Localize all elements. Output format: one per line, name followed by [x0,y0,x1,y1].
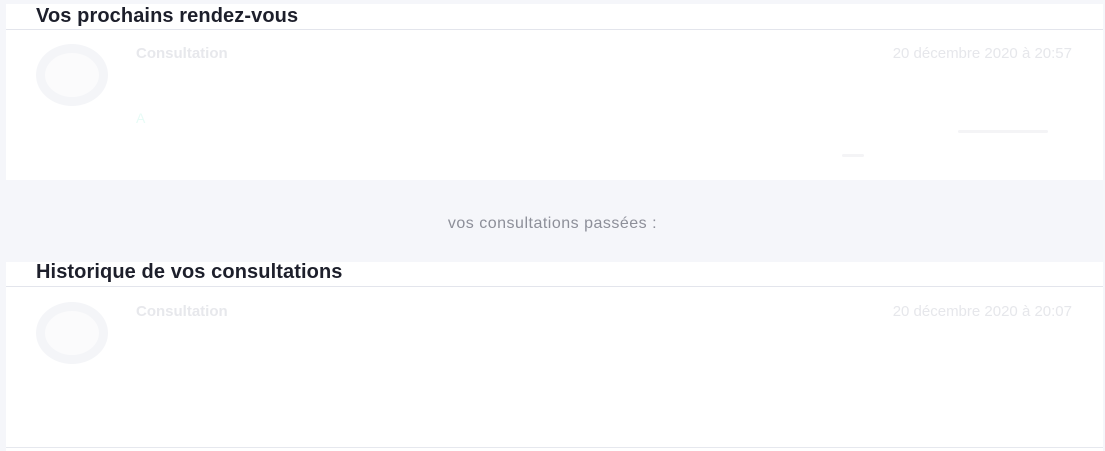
appointment-type: Consultation [136,45,228,62]
history-appointment-card[interactable]: Consultation 20 décembre 2020 à 20:07 [6,288,1103,451]
faint-placeholder-mark [842,154,864,157]
past-consultations-caption: vos consultations passées : [447,215,658,232]
practitioner-avatar [36,44,108,106]
consultation-history-panel: Historique de vos consultations Consulta… [6,261,1103,451]
appointment-type: Consultation [136,303,228,320]
appointment-datetime: 20 décembre 2020 à 20:57 [892,45,1072,62]
practitioner-avatar [36,302,108,364]
appointment-datetime: 20 décembre 2020 à 20:07 [892,303,1072,320]
upcoming-section-title: Vos prochains rendez-vous [36,5,299,27]
bottom-divider [6,447,1103,448]
appointments-page: Vos prochains rendez-vous Consultation 2… [0,0,1105,451]
history-section-title: Historique de vos consultations [36,261,343,283]
appointment-action-link[interactable]: A [136,110,145,126]
faint-placeholder-bar [958,130,1048,133]
upcoming-appointments-panel: Vos prochains rendez-vous Consultation 2… [6,4,1103,180]
upcoming-appointment-card[interactable]: Consultation 20 décembre 2020 à 20:57 A [6,30,1103,180]
section-divider [6,286,1103,287]
